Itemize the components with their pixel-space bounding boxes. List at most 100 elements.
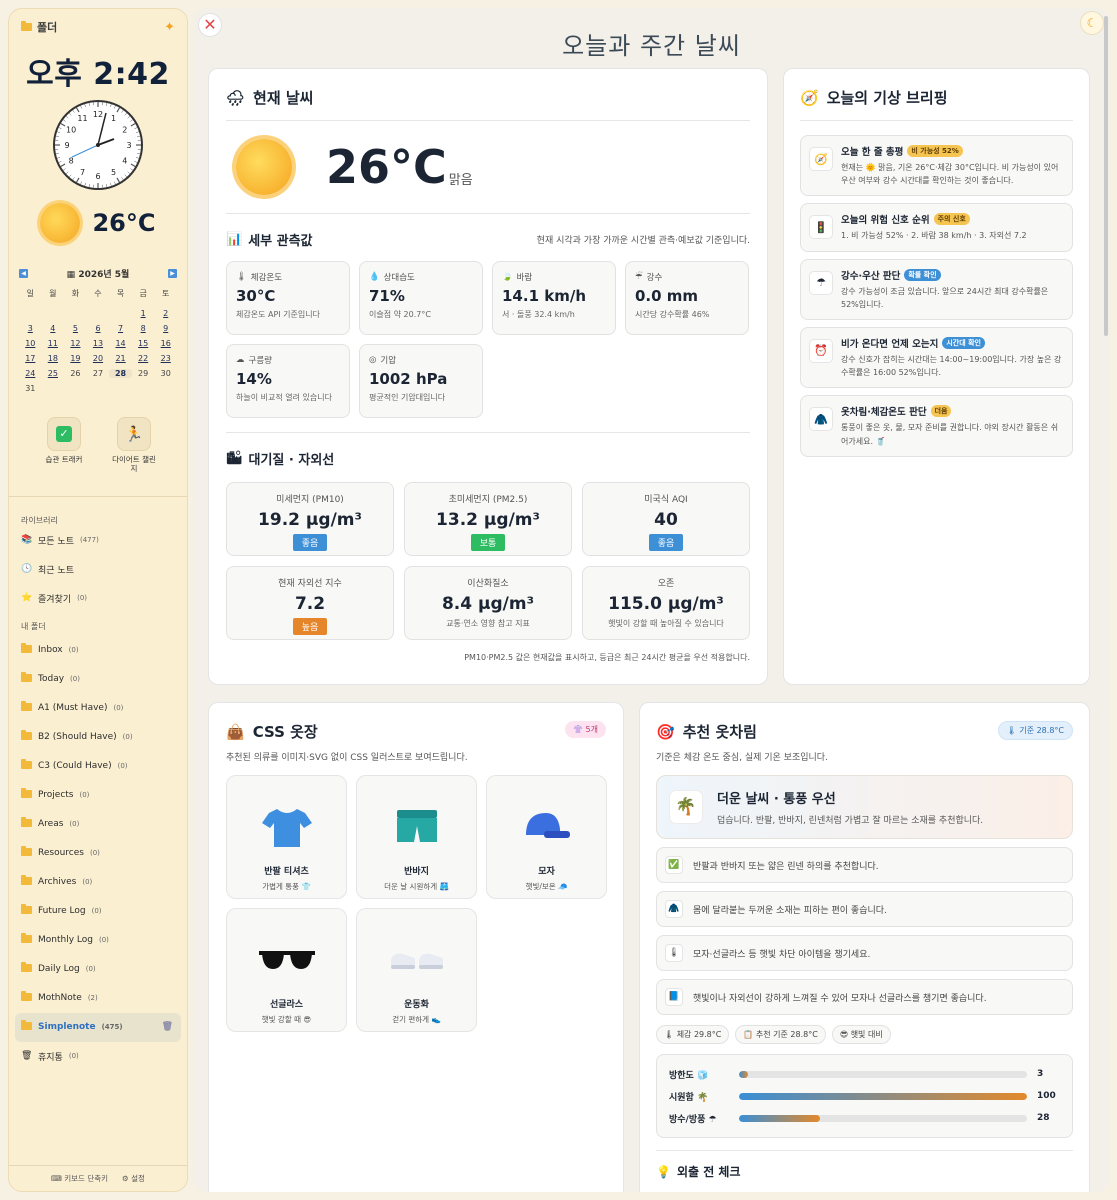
calendar-day[interactable]: 17 xyxy=(19,354,42,363)
lightbulb-icon: 💡 xyxy=(656,1164,671,1179)
folder-item[interactable]: Resources (0) xyxy=(9,839,187,868)
aq-label: 오존 xyxy=(657,579,675,589)
aq-value: 115.0 µg/m³ xyxy=(608,594,724,614)
briefing-item-title-text: 오늘 한 줄 총평 xyxy=(841,147,904,158)
folder-item[interactable]: Monthly Log (0) xyxy=(9,926,187,955)
folder-item[interactable]: Daily Log (0) xyxy=(9,955,187,984)
calendar-day[interactable]: 6 xyxy=(87,324,110,333)
calendar-day[interactable]: 15 xyxy=(132,339,155,348)
folder-item[interactable]: Simplenote (475) 🗑 xyxy=(15,1012,181,1042)
page-title: 오늘과 주간 날씨 xyxy=(562,32,741,60)
library-item[interactable]: 🕓 최근 노트 xyxy=(9,555,187,584)
folder-item[interactable]: A1 (Must Have) (0) xyxy=(9,694,187,723)
calendar-day[interactable]: 14 xyxy=(109,339,132,348)
calendar-day[interactable]: 28 xyxy=(109,369,132,378)
calendar-day[interactable]: 3 xyxy=(19,324,42,333)
folder-item[interactable]: Areas (0) xyxy=(9,810,187,839)
calendar-day[interactable]: 20 xyxy=(87,354,110,363)
rain-cloud-icon: 🌧 xyxy=(226,88,246,107)
metric-value: 14.1 km/h xyxy=(502,287,586,305)
next-month-button[interactable]: ▶ xyxy=(168,269,177,278)
calendar-day[interactable]: 8 xyxy=(132,324,155,333)
score-value: 3 xyxy=(1037,1069,1044,1079)
folder-label: 휴지통 xyxy=(38,1052,63,1063)
moon-icon: ☾ xyxy=(1086,16,1098,30)
library-item[interactable]: ⭐ 즐겨찾기 (0) xyxy=(9,584,187,613)
calendar-day[interactable]: 2 xyxy=(154,309,177,318)
calendar-day[interactable]: 18 xyxy=(42,354,65,363)
sun-icon xyxy=(236,139,292,195)
keyboard-shortcuts-link[interactable]: ⌨ 키보드 단축키 xyxy=(51,1173,108,1184)
closet-item-sneakers[interactable]: 운동화 걷기 편하게 👟 xyxy=(356,908,477,1032)
calendar-day[interactable]: 21 xyxy=(109,354,132,363)
library-count: (0) xyxy=(77,594,88,603)
calendar-day[interactable]: 9 xyxy=(154,324,177,333)
aq-card: 이산화질소 8.4 µg/m³ 교통·연소 영향 참고 지표 xyxy=(404,566,572,640)
folder-item[interactable]: C3 (Could Have) (0) xyxy=(9,752,187,781)
calendar-day[interactable]: 10 xyxy=(19,339,42,348)
folders-title: 내 폴더 xyxy=(21,621,46,631)
score-row: 방한도 🧊 3 xyxy=(669,1063,1060,1085)
current-condition: 맑음 xyxy=(448,173,473,188)
closet-item-hat[interactable]: 모자 햇빛/보온 🧢 xyxy=(486,775,607,899)
prev-month-button[interactable]: ◀ xyxy=(19,269,28,278)
calendar-day[interactable]: 19 xyxy=(64,354,87,363)
calendar-day[interactable]: 12 xyxy=(64,339,87,348)
close-button[interactable]: ✕ xyxy=(198,13,222,37)
settings-link[interactable]: ⚙ 설정 xyxy=(122,1173,145,1184)
air-quality-icon: 🏙 xyxy=(226,451,243,466)
briefing-icon: 🧭 xyxy=(809,147,833,171)
calendar-day[interactable]: 1 xyxy=(132,309,155,318)
folder-item[interactable]: Archives (0) xyxy=(9,868,187,897)
closet-item-shorts[interactable]: 반바지 더운 날 시원하게 🩳 xyxy=(356,775,477,899)
briefing-item-title-text: 옷차림·체감온도 판단 xyxy=(841,407,927,419)
standard-temp-badge: 🌡 기준 28.8°C xyxy=(997,721,1073,740)
calendar-day[interactable]: 31 xyxy=(19,384,42,393)
calendar-day[interactable]: 16 xyxy=(154,339,177,348)
clock-numeral: 2 xyxy=(122,126,127,135)
delete-folder-icon[interactable]: 🗑 xyxy=(162,1022,173,1032)
folder-item[interactable]: Inbox (0) xyxy=(9,636,187,665)
trash-icon: 🗑 xyxy=(21,1051,33,1062)
clock-numeral: 9 xyxy=(64,141,69,150)
palm-tree-icon: 🌴 xyxy=(669,790,703,824)
briefing-body: 강수·우산 판단 확률 확인 강수 가능성이 조금 있습니다. 앞으로 24시간 최… xyxy=(841,268,1064,311)
folder-item[interactable]: Projects (0) xyxy=(9,781,187,810)
calendar-day[interactable]: 4 xyxy=(42,324,65,333)
calendar-day[interactable]: 13 xyxy=(87,339,110,348)
scrollbar[interactable] xyxy=(1104,16,1108,336)
recommendation-icon: 🧥 xyxy=(665,900,683,918)
folder-icon xyxy=(21,903,32,917)
compass-icon: 🧭 xyxy=(800,88,819,107)
calendar-day[interactable]: 26 xyxy=(64,369,87,378)
sparkle-icon[interactable]: ✦ xyxy=(164,20,175,35)
briefing-item-title-text: 오늘의 위험 신호 순위 xyxy=(841,215,930,227)
diet-challenge-app[interactable]: 🏃 다이어트 챌린지 xyxy=(109,417,159,474)
calendar-day[interactable]: 5 xyxy=(64,324,87,333)
calendar-day[interactable]: 22 xyxy=(132,354,155,363)
tshirt-icon xyxy=(261,809,312,847)
folder-count: (0) xyxy=(117,762,128,771)
library-item[interactable]: 📚 모든 노트 (477) xyxy=(9,526,187,555)
calendar-day[interactable]: 11 xyxy=(42,339,65,348)
folder-item[interactable]: 🗑 휴지통 (0) xyxy=(9,1042,187,1071)
briefing-item-desc: 1. 비 가능성 52% · 2. 바람 38 km/h · 3. 자외선 7.… xyxy=(841,231,1027,241)
folder-item[interactable]: B2 (Should Have) (0) xyxy=(9,723,187,752)
folder-item[interactable]: Future Log (0) xyxy=(9,897,187,926)
calendar-day[interactable]: 27 xyxy=(87,369,110,378)
folder-item[interactable]: Today (0) xyxy=(9,665,187,694)
aq-grade-badge: 좋음 xyxy=(292,534,328,551)
calendar-day[interactable]: 29 xyxy=(132,369,155,378)
habit-tracker-app[interactable]: ✓ 습관 트래커 xyxy=(39,417,89,474)
calendar-day[interactable]: 23 xyxy=(154,354,177,363)
calendar-day[interactable]: 24 xyxy=(19,369,42,378)
folder-item[interactable]: MothNote (2) xyxy=(9,984,187,1013)
closet-item-sunglasses[interactable]: 선글라스 햇빛 강할 때 😎 xyxy=(226,908,347,1032)
calendar-grid: 일 월 화 수 목 금 토 1 2 3 4 5 6 7 8 9 10 11 12 13 14 15 16 17 18 19 20 21… xyxy=(19,288,177,393)
theme-toggle-button[interactable]: ☾ xyxy=(1080,11,1104,35)
calendar-day[interactable]: 7 xyxy=(109,324,132,333)
calendar-day[interactable]: 25 xyxy=(42,369,65,378)
closet-item-tshirt[interactable]: 반팔 티셔츠 가볍게 통풍 👕 xyxy=(226,775,347,899)
calendar-day[interactable]: 30 xyxy=(154,369,177,378)
clock-numeral: 5 xyxy=(111,168,116,177)
